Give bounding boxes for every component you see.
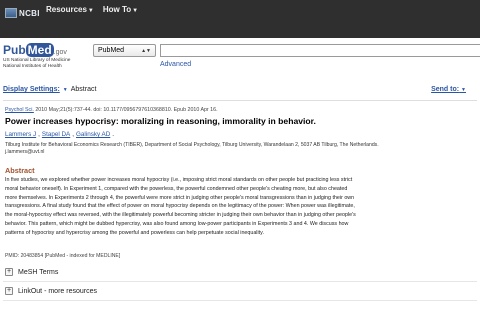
- abstract-line: the moral-hypocrisy effect was reversed,…: [5, 212, 356, 218]
- author-link[interactable]: Galinsky AD: [76, 131, 110, 138]
- chevron-down-icon: ▼: [87, 8, 94, 14]
- nlm-text: US National Library of Medicine National…: [3, 58, 70, 70]
- linkout-label: LinkOut - more resources: [18, 287, 97, 295]
- advanced-search-link[interactable]: Advanced: [160, 61, 191, 68]
- send-to-label: Send to:: [431, 86, 460, 93]
- database-select-value: PubMed: [98, 47, 125, 54]
- how-to-menu[interactable]: How To▼: [103, 5, 138, 14]
- author-separator: .: [112, 131, 115, 138]
- toolbar-divider: [3, 100, 477, 101]
- top-menu: Resources▼ How To▼: [46, 5, 138, 14]
- logo-med-text: Med: [25, 43, 54, 57]
- author-link[interactable]: Lammers J: [5, 131, 36, 138]
- pubmed-logo[interactable]: Pub Med .gov: [3, 43, 67, 57]
- pmid-line: PMID: 20483854 [PubMed - indexed for MED…: [5, 253, 121, 259]
- expand-plus-icon: +: [5, 287, 13, 295]
- updown-arrow-icon: ▲▼: [141, 47, 151, 54]
- expand-plus-icon: +: [5, 268, 13, 276]
- ncbi-logo[interactable]: NCBI: [5, 6, 40, 20]
- mesh-terms-toggle[interactable]: + MeSH Terms: [5, 268, 58, 276]
- search-input[interactable]: [160, 44, 480, 57]
- journal-link[interactable]: Psychol Sci.: [5, 107, 34, 113]
- mesh-terms-label: MeSH Terms: [18, 268, 59, 276]
- affiliation: Tilburg Institute for Behavioral Economi…: [5, 142, 475, 155]
- logo-pub-text: Pub: [3, 43, 26, 57]
- citation: Psychol Sci. 2010 May;21(5):737-44. doi:…: [5, 107, 218, 113]
- database-select[interactable]: PubMed ▲▼: [93, 44, 156, 57]
- author-separator: ,: [38, 131, 40, 138]
- chevron-down-icon: ▼: [461, 87, 466, 93]
- linkout-toggle[interactable]: + LinkOut - more resources: [5, 287, 97, 295]
- abstract-line: behavior. This pattern, which might be d…: [5, 220, 349, 227]
- display-settings[interactable]: Display Settings: ▼ Abstract: [3, 86, 96, 93]
- chevron-down-icon: ▼: [62, 86, 68, 93]
- author-link[interactable]: Stapel DA: [42, 131, 70, 138]
- display-settings-label: Display Settings:: [3, 86, 60, 93]
- abstract-line: moral behavior oneself). In Experiment 1…: [5, 185, 348, 192]
- abstract-line: In five studies, we explored whether pow…: [5, 177, 353, 183]
- article-title: Power increases hypocrisy: moralizing in…: [5, 116, 316, 126]
- abstract-text: In five studies, we explored whether pow…: [5, 176, 477, 237]
- display-toolbar: Display Settings: ▼ Abstract Send to: ▼: [0, 84, 480, 100]
- section-divider: [3, 300, 477, 301]
- ncbi-logo-icon: [5, 8, 17, 18]
- abstract-line: more themselves. In Experiments 2 throug…: [5, 194, 355, 201]
- pubmed-header: Pub Med .gov US National Library of Medici…: [0, 38, 480, 84]
- ncbi-logo-text: NCBI: [19, 8, 40, 18]
- resources-menu-label: Resources: [46, 5, 87, 14]
- ncbi-top-bar: NCBI Resources▼ How To▼: [0, 0, 480, 38]
- how-to-menu-label: How To: [102, 5, 132, 14]
- nih-line: National Institutes of Health: [3, 64, 62, 69]
- citation-details: 2010 May;21(5):737-44. doi: 10.1177/0956…: [33, 107, 218, 113]
- display-settings-value: Abstract: [70, 86, 97, 93]
- abstract-line: patterns of hypocrisy and hypercrisy amo…: [5, 229, 264, 236]
- author-list: Lammers J, Stapel DA, Galinsky AD.: [5, 131, 114, 138]
- send-to-button[interactable]: Send to: ▼: [431, 86, 466, 93]
- resources-menu[interactable]: Resources▼: [46, 5, 94, 14]
- author-separator: ,: [72, 131, 74, 138]
- section-divider: [3, 281, 477, 282]
- abstract-line: transgressions. A final study found that…: [5, 203, 355, 210]
- chevron-down-icon: ▼: [132, 8, 139, 14]
- affiliation-email: j.lammers@uvt.nl: [5, 148, 45, 155]
- abstract-heading: Abstract: [5, 166, 35, 175]
- logo-gov-text: .gov: [53, 49, 67, 56]
